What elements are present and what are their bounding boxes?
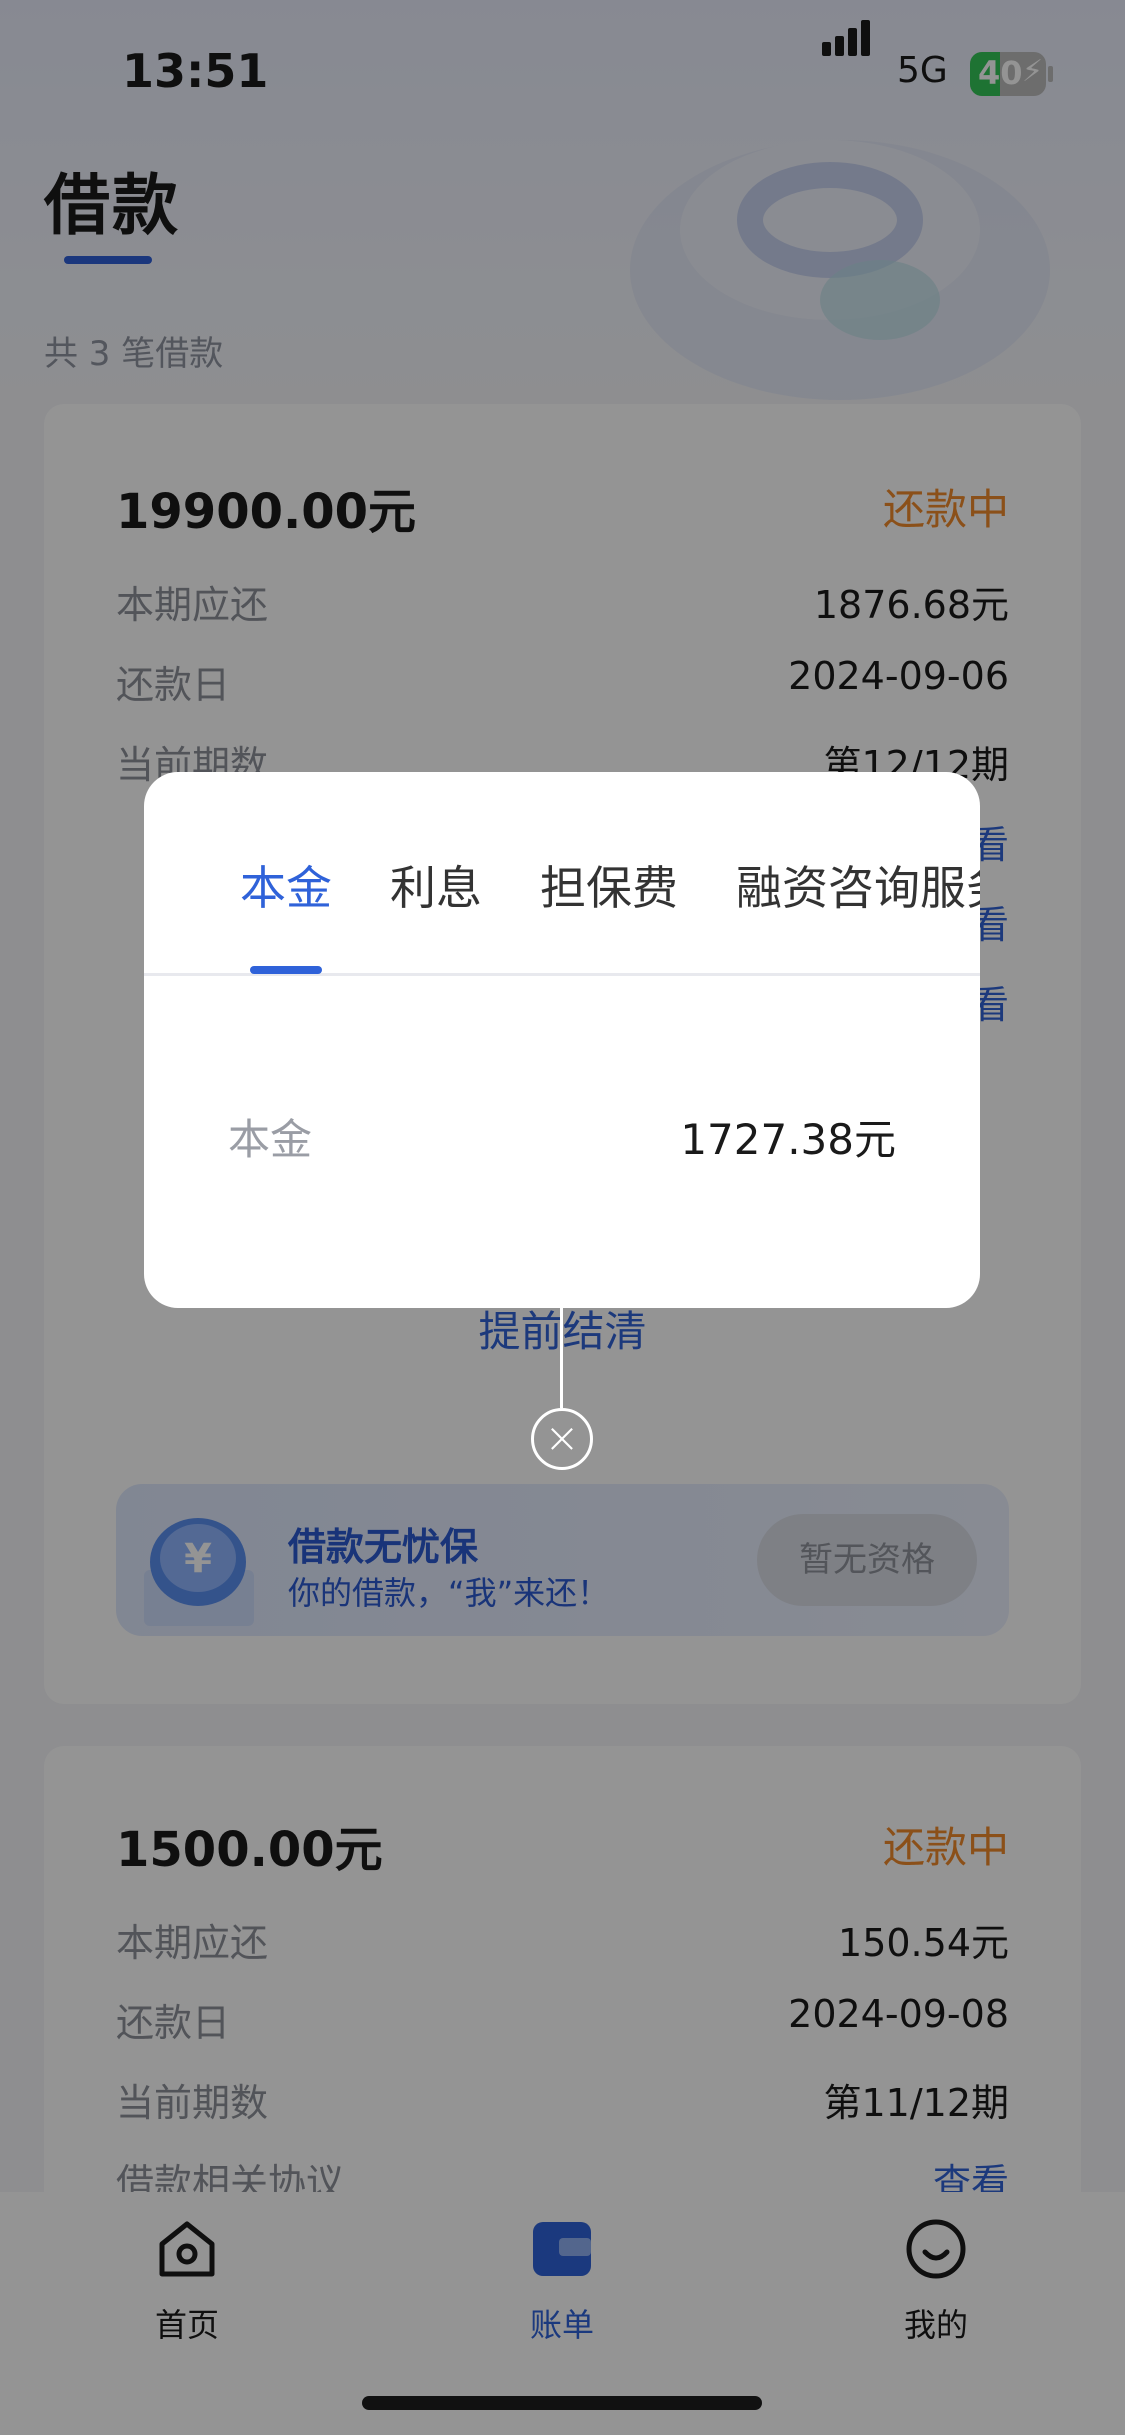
detail-label: 本金 [228, 1115, 313, 1164]
loan-page: 13:51 5G 40 ⚡ 借款 共 3 笔借款 19900.00元 还款中 本… [0, 0, 1125, 2435]
breakdown-tabs: 本金 利息 担保费 融资咨询服务费 [144, 772, 980, 976]
tab-consulting-fee[interactable]: 融资咨询服务费 [736, 852, 980, 918]
tab-interest[interactable]: 利息 [390, 852, 482, 918]
repayment-breakdown-modal: 本金 利息 担保费 融资咨询服务费 本金 1727.38元 [144, 772, 980, 1308]
close-connector-line [560, 1308, 563, 1408]
active-tab-indicator [250, 966, 322, 974]
tab-guarantee-fee[interactable]: 担保费 [540, 852, 678, 918]
detail-value: 1727.38元 [680, 1115, 896, 1164]
home-indicator [362, 2396, 762, 2410]
close-icon[interactable]: × [531, 1408, 593, 1470]
tab-principal[interactable]: 本金 [240, 852, 332, 918]
